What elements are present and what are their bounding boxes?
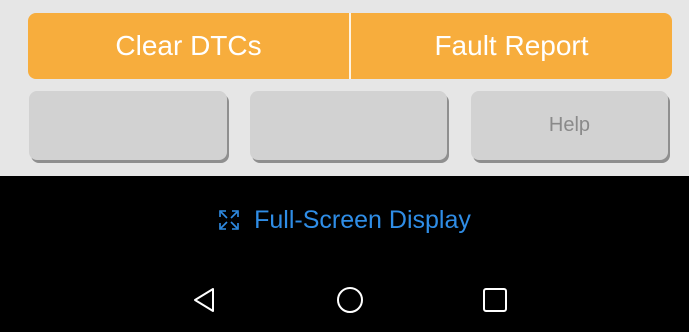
blank-button-2[interactable] [250,91,447,160]
recent-apps-square-icon[interactable] [481,286,509,314]
blank-button-1[interactable] [29,91,227,160]
button-panel: Clear DTCs Fault Report Help [0,0,689,176]
home-circle-icon[interactable] [336,286,364,314]
full-screen-display-label: Full-Screen Display [254,205,471,234]
primary-action-bar: Clear DTCs Fault Report [28,13,672,79]
clear-dtcs-button[interactable]: Clear DTCs [28,13,349,79]
fault-report-button[interactable]: Fault Report [351,13,672,79]
full-screen-display-link[interactable]: Full-Screen Display [0,200,689,240]
help-button[interactable]: Help [471,91,668,160]
android-nav-bar [0,276,689,324]
back-triangle-icon[interactable] [190,286,218,314]
fullscreen-icon [219,210,239,230]
action-divider [349,13,351,79]
